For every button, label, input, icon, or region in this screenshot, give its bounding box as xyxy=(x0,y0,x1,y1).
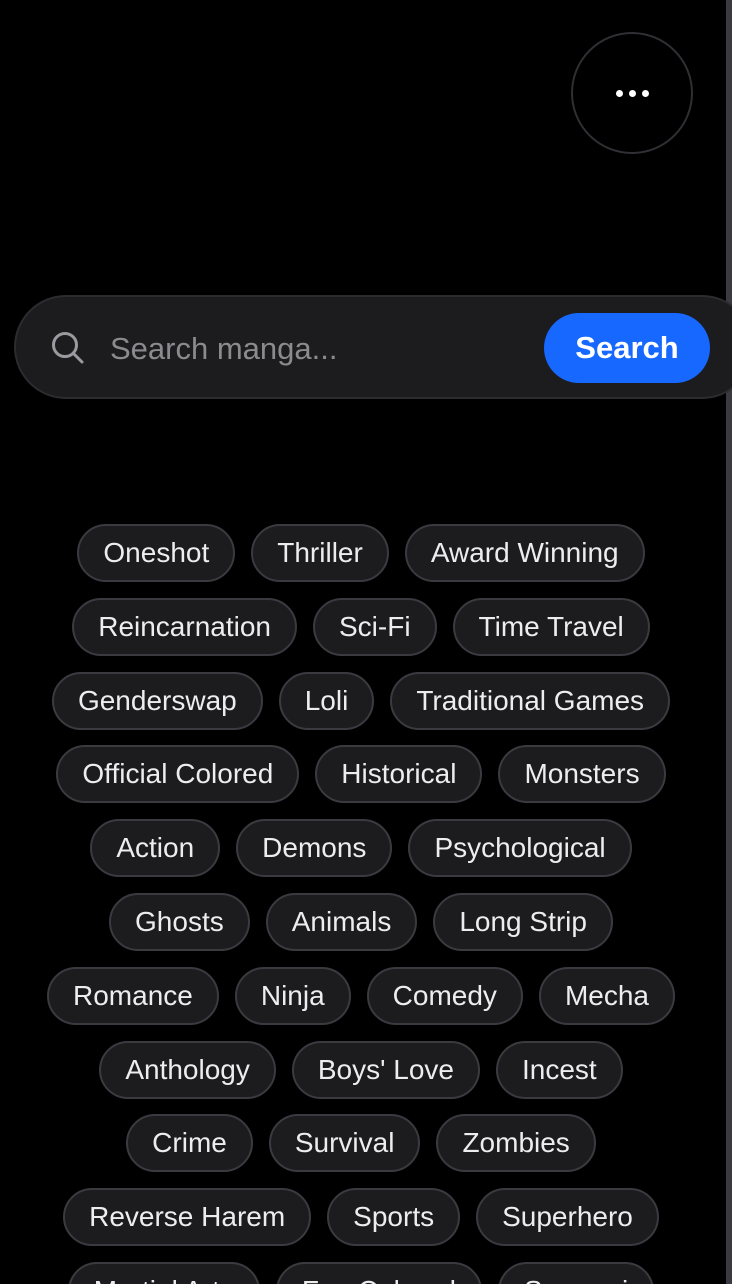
genre-tag[interactable]: Oneshot xyxy=(77,524,236,582)
genre-tag[interactable]: Time Travel xyxy=(452,597,650,656)
genre-tag[interactable]: Mecha xyxy=(538,966,675,1025)
genre-tag[interactable]: Long Strip xyxy=(433,892,613,951)
genre-tag[interactable]: Samurai xyxy=(497,1261,655,1284)
scrollbar[interactable] xyxy=(726,0,732,1284)
search-button[interactable]: Search xyxy=(544,313,710,383)
genre-tag[interactable]: Award Winning xyxy=(404,524,645,582)
genre-tag[interactable]: Boys' Love xyxy=(291,1040,480,1099)
genre-tag[interactable]: Reincarnation xyxy=(72,597,297,656)
genre-tag[interactable]: Genderswap xyxy=(51,671,263,730)
genre-tag[interactable]: Animals xyxy=(265,892,418,951)
tag-row: Official Colored Historical Monsters xyxy=(0,745,722,804)
genre-tag[interactable]: Official Colored xyxy=(56,745,300,804)
genre-tag-list: Oneshot Thriller Award Winning Reincarnatio… xyxy=(0,524,722,1284)
genre-tag[interactable]: Ninja xyxy=(234,966,351,1025)
genre-tag[interactable]: Sci-Fi xyxy=(313,597,437,656)
genre-tag[interactable]: Zombies xyxy=(436,1114,596,1173)
genre-tag[interactable]: Action xyxy=(90,819,221,878)
tag-row: Reverse Harem Sports Superhero xyxy=(0,1188,722,1247)
tag-row: Ghosts Animals Long Strip xyxy=(0,892,722,951)
tag-row: Anthology Boys' Love Incest xyxy=(0,1040,722,1099)
genre-tag[interactable]: Loli xyxy=(278,671,375,730)
genre-tag[interactable]: Monsters xyxy=(498,745,666,804)
tag-row: Oneshot Thriller Award Winning xyxy=(0,524,722,582)
genre-tag[interactable]: Sports xyxy=(327,1188,461,1247)
genre-tag[interactable]: Romance xyxy=(47,966,219,1025)
genre-tag[interactable]: Traditional Games xyxy=(390,671,671,730)
genre-tag[interactable]: Survival xyxy=(268,1114,421,1173)
tag-row: Reincarnation Sci-Fi Time Travel xyxy=(0,597,722,656)
page: Search Oneshot Thriller Award Winning Reinc… xyxy=(0,0,732,1284)
search-icon xyxy=(52,332,84,364)
genre-tag[interactable]: Demons xyxy=(236,819,393,878)
more-horizontal-icon xyxy=(615,89,649,97)
genre-tag[interactable]: Martial Arts xyxy=(67,1261,260,1284)
genre-tag[interactable]: Fan Colored xyxy=(275,1261,482,1284)
genre-tag[interactable]: Incest xyxy=(495,1040,623,1099)
genre-tag[interactable]: Crime xyxy=(126,1114,253,1173)
genre-tag[interactable]: Superhero xyxy=(476,1188,659,1247)
tag-row: Martial Arts Fan Colored Samurai xyxy=(0,1261,722,1284)
genre-tag[interactable]: Historical xyxy=(315,745,483,804)
tag-row: Romance Ninja Comedy Mecha xyxy=(0,966,722,1025)
genre-tag[interactable]: Comedy xyxy=(366,966,523,1025)
genre-tag[interactable]: Ghosts xyxy=(109,892,250,951)
genre-tag[interactable]: Thriller xyxy=(251,524,389,582)
genre-tag[interactable]: Reverse Harem xyxy=(63,1188,312,1247)
search-input[interactable] xyxy=(108,319,532,379)
more-options-button[interactable] xyxy=(571,32,693,154)
tag-row: Genderswap Loli Traditional Games xyxy=(0,671,722,730)
genre-tag[interactable]: Psychological xyxy=(408,819,632,878)
genre-tag[interactable]: Anthology xyxy=(99,1040,276,1099)
tag-row: Crime Survival Zombies xyxy=(0,1114,722,1173)
search-bar: Search xyxy=(14,295,732,399)
tag-row: Action Demons Psychological xyxy=(0,819,722,878)
